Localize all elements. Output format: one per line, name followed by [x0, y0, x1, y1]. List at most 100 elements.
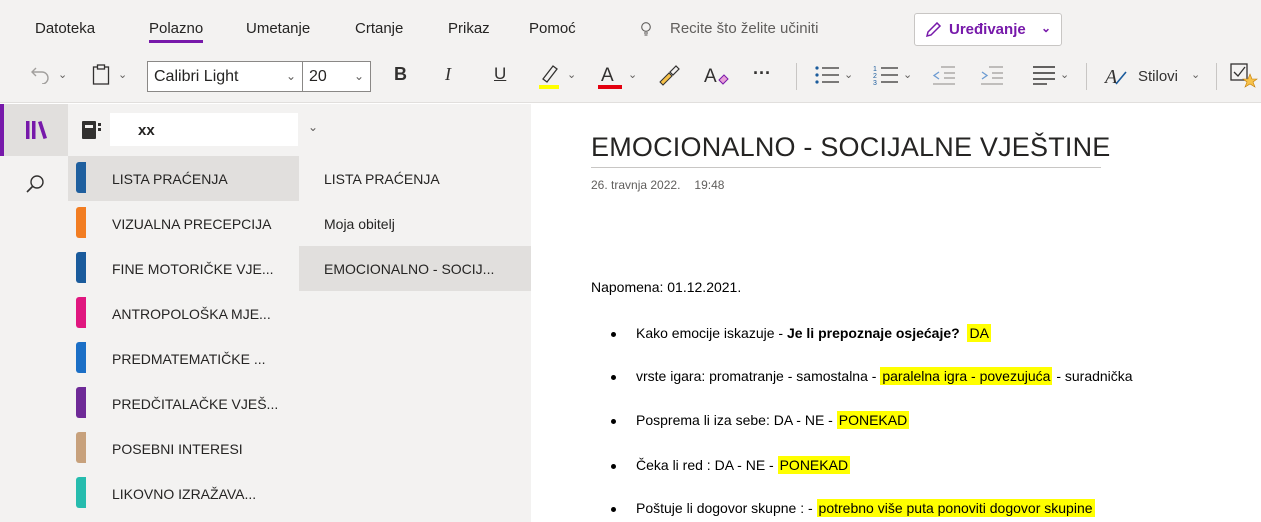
styles-icon: A: [1104, 66, 1127, 88]
section-item[interactable]: LISTA PRAĆENJA: [68, 156, 299, 201]
search-button[interactable]: [26, 174, 46, 194]
format-painter-button[interactable]: [657, 64, 681, 96]
decrease-indent-icon: [932, 66, 955, 85]
navigation-rail: [0, 104, 68, 522]
font-name-select[interactable]: Calibri Light ⌄: [147, 61, 303, 92]
section-label: PREDMATEMATIČKE ...: [112, 351, 266, 367]
numbering-button[interactable]: 1 2 3: [873, 64, 899, 96]
page-label: Moja obitelj: [324, 216, 395, 232]
decrease-indent-button[interactable]: [932, 64, 956, 96]
section-label: LIKOVNO IZRAŽAVA...: [112, 486, 257, 502]
section-color-tab: [76, 387, 86, 418]
page-item[interactable]: EMOCIONALNO - SOCIJ...: [299, 246, 531, 291]
notebooks-icon: [26, 121, 47, 139]
tab-datoteka[interactable]: Datoteka: [35, 20, 95, 37]
numbering-dropdown-chevron-icon[interactable]: ⌄: [903, 68, 912, 100]
section-color-tab: [76, 477, 86, 508]
pencil-icon: [925, 22, 942, 38]
section-label: POSEBNI INTERESI: [112, 441, 243, 457]
list-item-trailing-text: - suradnička: [1052, 368, 1133, 384]
section-label: ANTROPOLOŠKA MJE...: [112, 306, 271, 322]
paste-button[interactable]: [92, 64, 110, 96]
list-item-bold-text: Je li prepoznaje osjećaje?: [786, 325, 960, 341]
toolbar-divider: [1216, 63, 1217, 90]
section-item[interactable]: PREDMATEMATIČKE ...: [68, 336, 299, 381]
chevron-down-icon: ⌄: [285, 69, 296, 83]
page-list: LISTA PRAĆENJA Moja obitelj EMOCIONALNO …: [299, 156, 531, 522]
list-item-text: Čeka li red : DA - NE -: [636, 457, 778, 473]
highlighted-text: PONEKAD: [836, 411, 910, 429]
clipboard-icon: [92, 64, 110, 85]
bullets-button[interactable]: [814, 64, 840, 96]
title-underline: [591, 167, 1101, 168]
more-options-button[interactable]: ···: [753, 63, 771, 95]
font-size-select[interactable]: 20 ⌄: [303, 61, 371, 92]
clear-formatting-button[interactable]: A: [703, 64, 729, 96]
highlight-dropdown-chevron-icon[interactable]: ⌄: [567, 68, 576, 100]
styles-label: Stilovi: [1138, 68, 1179, 85]
section-label: FINE MOTORIČKE VJE...: [112, 261, 274, 277]
section-item[interactable]: VIZUALNA PRECEPCIJA: [68, 201, 299, 246]
svg-text:A: A: [1104, 66, 1118, 88]
highlight-button[interactable]: [537, 62, 563, 94]
list-item-text: Poštuje li dogovor skupne : -: [636, 500, 817, 516]
paste-dropdown-chevron-icon[interactable]: ⌄: [118, 68, 127, 100]
bold-button[interactable]: B: [394, 64, 407, 96]
page-title[interactable]: EMOCIONALNO - SOCIJALNE VJEŠTINE: [591, 132, 1111, 163]
page-canvas[interactable]: EMOCIONALNO - SOCIJALNE VJEŠTINE 26. tra…: [531, 104, 1261, 522]
section-item[interactable]: POSEBNI INTERESI: [68, 426, 299, 471]
undo-button[interactable]: [30, 64, 52, 96]
font-color-dropdown-chevron-icon[interactable]: ⌄: [628, 68, 637, 100]
alignment-dropdown-chevron-icon[interactable]: ⌄: [1060, 68, 1069, 100]
font-color-button[interactable]: A: [597, 62, 623, 94]
section-item[interactable]: FINE MOTORIČKE VJE...: [68, 246, 299, 291]
font-color-icon: A: [598, 65, 622, 89]
page-item[interactable]: Moja obitelj: [299, 201, 531, 246]
highlighted-text: paralelna igra - povezujuća: [880, 367, 1053, 385]
notebooks-button[interactable]: [0, 104, 68, 156]
highlighter-icon: [539, 65, 559, 89]
italic-button[interactable]: I: [445, 64, 451, 96]
list-item-text: Kako emocije iskazuje -: [636, 325, 787, 341]
tab-prikaz[interactable]: Prikaz: [448, 20, 490, 37]
undo-dropdown-chevron-icon[interactable]: ⌄: [58, 68, 67, 100]
underline-button[interactable]: U: [494, 64, 506, 96]
svg-text:2: 2: [873, 73, 877, 80]
page-label: EMOCIONALNO - SOCIJ...: [324, 261, 495, 277]
page-time: 19:48: [694, 178, 725, 192]
alignment-button[interactable]: [1032, 64, 1056, 96]
tab-umetanje[interactable]: Umetanje: [246, 20, 310, 37]
numbered-list-icon: 1 2 3: [873, 66, 898, 87]
increase-indent-icon: [981, 66, 1003, 85]
list-item-text: Posprema li iza sebe: DA - NE -: [636, 412, 837, 428]
notebook-switcher[interactable]: xx: [110, 113, 298, 146]
highlighted-text: potrebno više puta ponoviti dogovor skup…: [816, 499, 1095, 517]
section-item[interactable]: PREDČITALAČKE VJEŠ...: [68, 381, 299, 426]
page-timestamp: 26. travnja 2022. 19:48: [591, 178, 738, 192]
bullet-icon: [611, 507, 616, 512]
section-item[interactable]: LIKOVNO IZRAŽAVA...: [68, 471, 299, 516]
bullet-icon: [611, 375, 616, 380]
note-line[interactable]: Napomena: 01.12.2021.: [591, 279, 741, 295]
section-label: PREDČITALAČKE VJEŠ...: [112, 396, 279, 412]
tab-crtanje[interactable]: Crtanje: [355, 20, 403, 37]
increase-indent-button[interactable]: [980, 64, 1004, 96]
section-list: LISTA PRAĆENJA VIZUALNA PRECEPCIJA FINE …: [68, 156, 299, 522]
bullets-dropdown-chevron-icon[interactable]: ⌄: [844, 68, 853, 100]
font-name-value: Calibri Light: [154, 68, 239, 85]
section-item[interactable]: ANTROPOLOŠKA MJE...: [68, 291, 299, 336]
chevron-down-icon[interactable]: ⌄: [308, 120, 318, 134]
font-size-value: 20: [309, 68, 327, 85]
page-item[interactable]: LISTA PRAĆENJA: [299, 156, 531, 201]
undo-icon: [31, 67, 49, 85]
bullet-icon: [611, 332, 616, 337]
editing-mode-button[interactable]: Uređivanje ⌄: [914, 13, 1062, 46]
svg-text:A: A: [704, 66, 717, 87]
tab-polazno[interactable]: Polazno: [149, 20, 204, 43]
section-color-tab: [76, 432, 86, 463]
tag-button[interactable]: [1230, 62, 1258, 94]
tab-pomoc[interactable]: Pomoć: [529, 20, 576, 37]
notebook-icon: [82, 121, 101, 139]
svg-text:A: A: [601, 65, 614, 86]
section-label: VIZUALNA PRECEPCIJA: [112, 216, 272, 232]
